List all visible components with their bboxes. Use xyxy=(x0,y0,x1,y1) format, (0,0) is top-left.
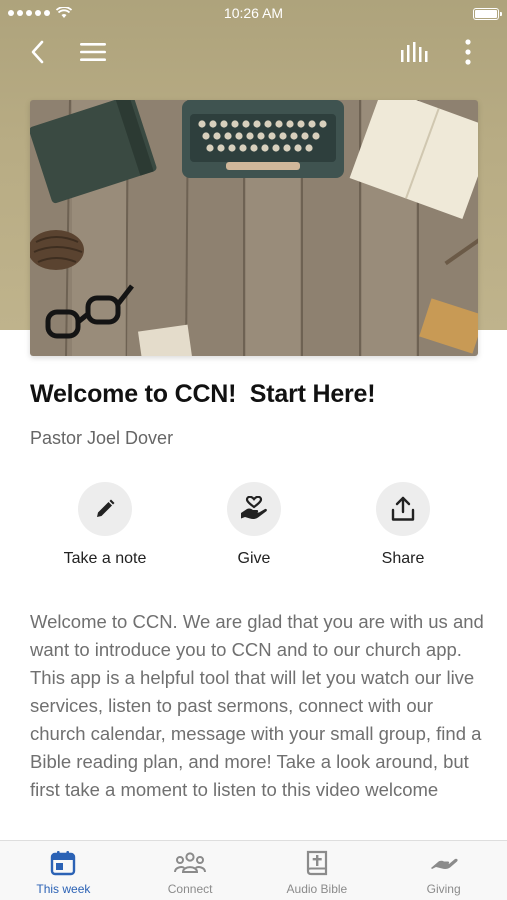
tab-label-giving: Giving xyxy=(426,882,461,896)
share-label: Share xyxy=(381,550,425,567)
page-title: Welcome to CCN! Start Here! xyxy=(30,380,376,408)
take-note-button[interactable]: Take a note xyxy=(30,482,180,568)
audio-bars-icon xyxy=(401,42,428,62)
share-circle[interactable] xyxy=(376,482,430,536)
author-name: Pastor Joel Dover xyxy=(30,428,174,448)
action-row: Take a note Give Share xyxy=(0,482,507,572)
back-button[interactable] xyxy=(22,36,54,68)
status-time: 10:26 AM xyxy=(223,5,284,21)
bible-icon xyxy=(306,850,327,876)
calendar-icon xyxy=(51,851,76,876)
battery-icon xyxy=(473,8,502,20)
tab-this-week[interactable]: This week xyxy=(0,841,127,900)
tab-label-connect: Connect xyxy=(167,882,213,896)
hamburger-icon xyxy=(80,43,106,61)
people-icon xyxy=(174,852,207,873)
nav-bar xyxy=(0,30,507,74)
sermon-hero-image xyxy=(30,100,478,356)
tab-connect[interactable]: Connect xyxy=(127,841,254,900)
status-bar: 10:26 AM xyxy=(0,0,507,28)
give-label: Give xyxy=(237,550,271,567)
tab-giving[interactable]: Giving xyxy=(380,841,507,900)
audio-button[interactable] xyxy=(398,36,430,68)
give-circle[interactable] xyxy=(227,482,281,536)
menu-button[interactable] xyxy=(77,36,109,68)
sermon-description: Welcome to CCN. We are glad that you are… xyxy=(30,611,484,800)
hand-heart-icon xyxy=(241,496,267,520)
pencil-icon xyxy=(97,499,115,517)
giving-icon xyxy=(430,858,458,870)
share-icon xyxy=(391,496,415,521)
more-vertical-icon xyxy=(465,39,471,65)
take-note-label: Take a note xyxy=(63,550,147,567)
give-button[interactable]: Give xyxy=(179,482,329,568)
tab-label-audio-bible: Audio Bible xyxy=(286,882,348,896)
tab-audio-bible[interactable]: Audio Bible xyxy=(254,841,381,900)
chevron-left-icon xyxy=(31,40,44,64)
take-note-circle[interactable] xyxy=(78,482,132,536)
more-options-button[interactable] xyxy=(452,36,484,68)
tab-label-this-week: This week xyxy=(36,882,91,896)
share-button[interactable]: Share xyxy=(328,482,478,568)
tab-bar: This week Connect Audio Bible Giving xyxy=(0,840,507,900)
